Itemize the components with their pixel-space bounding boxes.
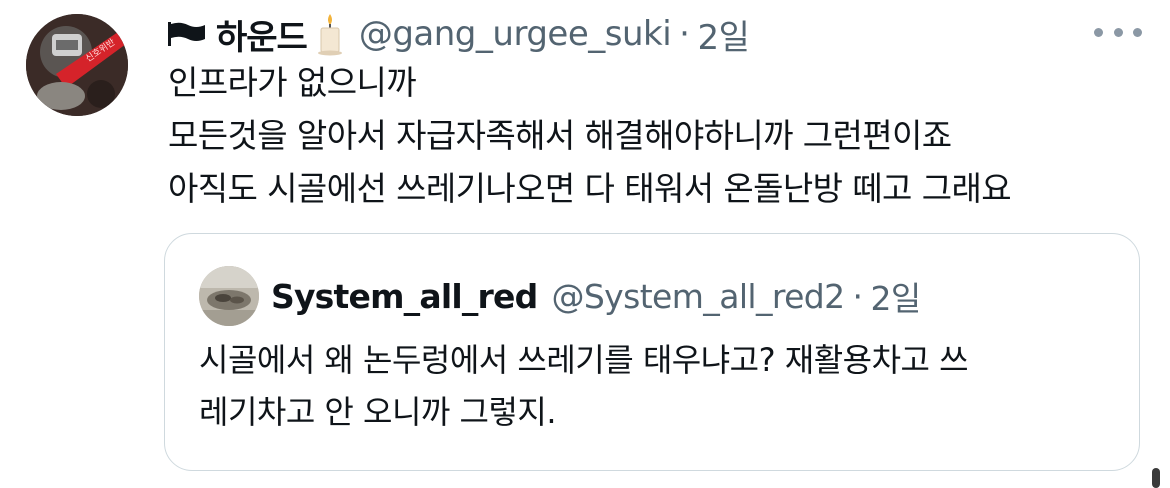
- quoted-tweet-header: System_all_red @System_all_red2 · 2일: [271, 270, 921, 322]
- quoted-author-display-name[interactable]: System_all_red: [271, 277, 538, 316]
- tweet-header: 하운드 @gang_urgee_suki · 2일: [168, 6, 750, 62]
- tweet-text-line: 모든것을 알아서 자급자족해서 해결해야하니까 그런편이죠: [168, 116, 952, 155]
- scrollbar-thumb[interactable]: [1152, 468, 1160, 488]
- quoted-author-handle[interactable]: @System_all_red2: [551, 277, 845, 316]
- tweet-text-line: 인프라가 없으니까: [168, 63, 417, 102]
- author-display-name[interactable]: 하운드: [216, 10, 308, 59]
- black-flag-icon: [168, 22, 206, 46]
- tweet-text-line: 아직도 시골에선 쓰레기나오면 다 태워서 온돌난방 떼고 그래요: [168, 169, 1012, 208]
- quoted-tweet-text: 시골에서 왜 논두렁에서 쓰레기를 태우냐고? 재활용차고 쓰 레기차고 안 오…: [199, 334, 1119, 438]
- quoted-author-avatar[interactable]: [199, 266, 259, 326]
- more-options-icon[interactable]: [1094, 26, 1142, 38]
- quoted-header-separator: ·: [852, 276, 863, 316]
- author-avatar[interactable]: 신호위반: [26, 14, 128, 116]
- quoted-tweet-timestamp[interactable]: 2일: [870, 272, 921, 320]
- candle-icon: [315, 12, 345, 56]
- tweet-timestamp[interactable]: 2일: [697, 10, 749, 59]
- author-handle[interactable]: @gang_urgee_suki: [359, 14, 672, 54]
- tweet-text: 인프라가 없으니까 모든것을 알아서 자급자족해서 해결해야하니까 그런편이죠 …: [168, 56, 1148, 215]
- quoted-text-line: 레기차고 안 오니까 그렇지.: [199, 393, 557, 431]
- header-separator: ·: [679, 14, 690, 54]
- quoted-text-line: 시골에서 왜 논두렁에서 쓰레기를 태우냐고? 재활용차고 쓰: [199, 341, 969, 379]
- quoted-tweet-card[interactable]: System_all_red @System_all_red2 · 2일 시골에…: [164, 233, 1140, 471]
